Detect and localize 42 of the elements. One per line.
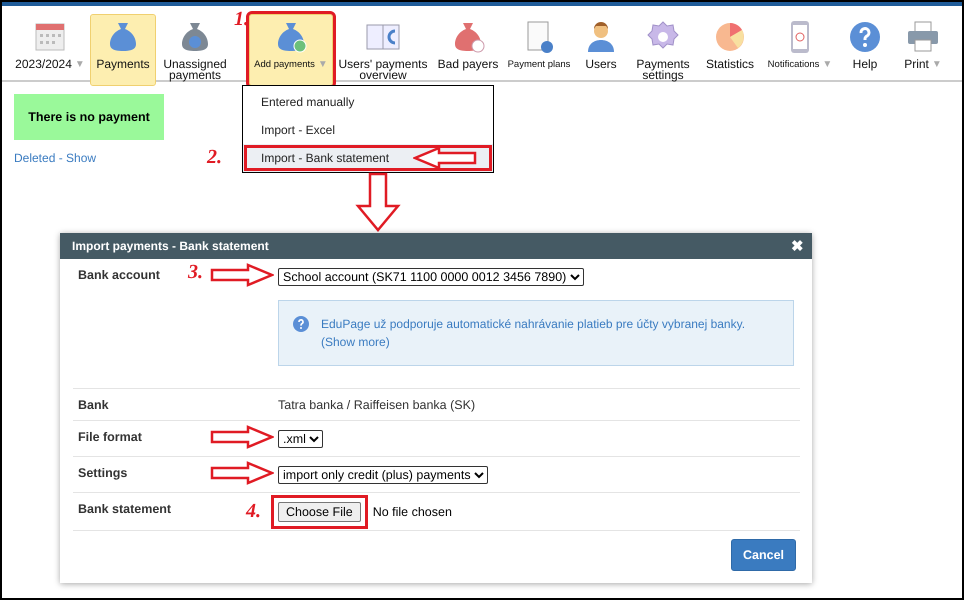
toolbar-button[interactable]: Users' payments overview: [335, 14, 431, 86]
dropdown-field[interactable]: import only credit (plus) payments: [278, 466, 488, 484]
toolbar-button[interactable]: Print ▼: [893, 14, 953, 86]
caret-icon: ▼: [822, 59, 832, 70]
help-icon: [847, 19, 883, 55]
toolbar-button[interactable]: Add payments ▼: [249, 14, 333, 86]
dropdown-field[interactable]: School account (SK71 1100 0000 0012 3456 7890): [278, 268, 584, 286]
field-label: File format: [78, 430, 142, 444]
toolbar-button[interactable]: Payments: [90, 14, 156, 86]
field-label: Bank: [78, 398, 109, 412]
menu-item[interactable]: Import - Excel: [243, 116, 493, 144]
toolbar-button[interactable]: Payment plans: [505, 14, 573, 86]
cancel-button[interactable]: Cancel: [731, 539, 796, 571]
deleted-show-link[interactable]: Deleted - Show: [14, 151, 96, 165]
dropdown-field[interactable]: .xml: [278, 430, 323, 448]
help-icon: [293, 316, 309, 332]
toolbar-button[interactable]: Unassigned payments: [158, 14, 232, 86]
bank-name: Tatra banka / Raiffeisen banka (SK): [278, 398, 476, 412]
caret-icon: ▼: [74, 59, 85, 70]
caret-icon: ▼: [932, 59, 942, 70]
field-label: Bank account: [78, 268, 160, 282]
choose-file-button[interactable]: Choose File: [278, 502, 361, 522]
step-number: 3.: [188, 261, 203, 284]
toolbar-button[interactable]: Users: [575, 14, 627, 86]
field-label: Settings: [78, 466, 128, 480]
toolbar-button[interactable]: 2023/2024 ▼: [12, 14, 88, 86]
menu-item[interactable]: Entered manually: [243, 88, 493, 116]
field-label: Bank statement: [78, 502, 172, 516]
info-text: EduPage už podporuje automatické nahrávanie platieb pre účty vybranej banky.: [321, 317, 746, 331]
notice: There is no payment: [14, 94, 164, 140]
toolbar-button[interactable]: Notifications ▼: [763, 14, 837, 86]
file-status: No file chosen: [372, 505, 452, 519]
show-more-link[interactable]: (Show more): [321, 335, 390, 349]
caret-icon: ▼: [318, 59, 328, 70]
toolbar-button[interactable]: Payments settings: [629, 14, 697, 86]
step-number: 2.: [207, 146, 222, 169]
toolbar-button[interactable]: Help: [839, 14, 891, 86]
step-number: 4.: [246, 500, 261, 523]
toolbar-button[interactable]: Statistics: [699, 14, 761, 86]
toolbar-button[interactable]: Bad payers: [433, 14, 503, 86]
arrow-icon: [413, 146, 477, 170]
dialog-title: Import payments - Bank statement: [72, 239, 269, 253]
